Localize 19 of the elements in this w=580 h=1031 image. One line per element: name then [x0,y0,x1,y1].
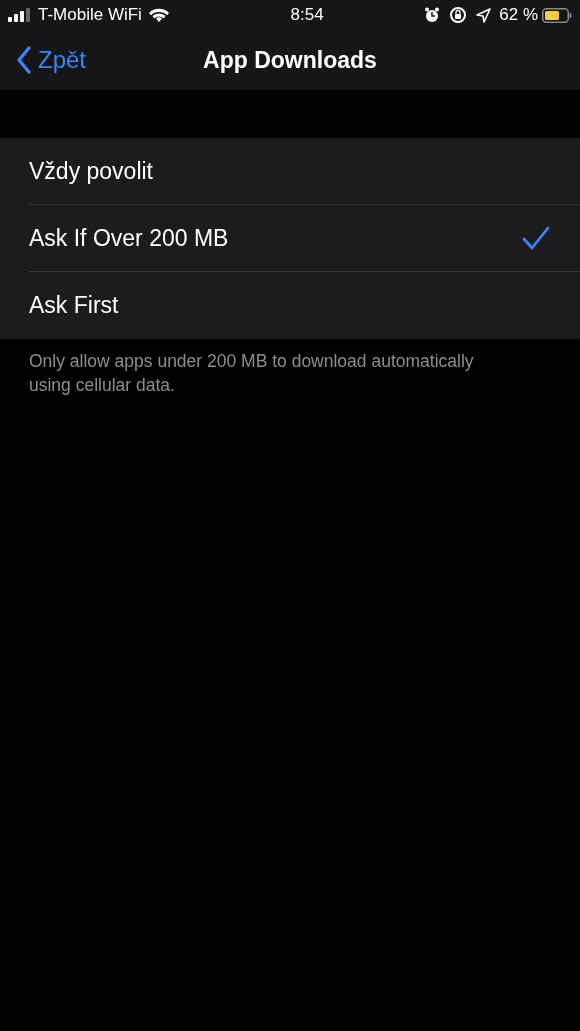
option-row[interactable]: Ask If Over 200 MB [0,205,580,272]
option-label: Ask First [29,291,120,321]
chevron-left-icon [16,46,32,74]
footer-note: Only allow apps under 200 MB to download automatically using cellular data. [28,350,475,397]
page-title: App Downloads [203,45,377,75]
wifi-icon [147,7,170,23]
signal-icon [8,8,30,22]
back-button[interactable]: Zpět [16,42,87,78]
option-label: Vždy povolit [29,156,154,186]
alarm-clock-icon [424,7,441,23]
location-arrow-icon [476,7,492,23]
carrier-name: T-Mobile WiFi [38,4,142,27]
clock-time: 8:54 [290,4,324,27]
option-label: Ask If Over 200 MB [29,223,230,253]
battery-icon [542,7,572,23]
option-row[interactable]: Vždy povolit [0,138,580,205]
rotation-lock-icon [450,7,467,23]
battery-percent: 62 % [499,4,538,27]
option-row[interactable]: Ask First [0,272,580,339]
